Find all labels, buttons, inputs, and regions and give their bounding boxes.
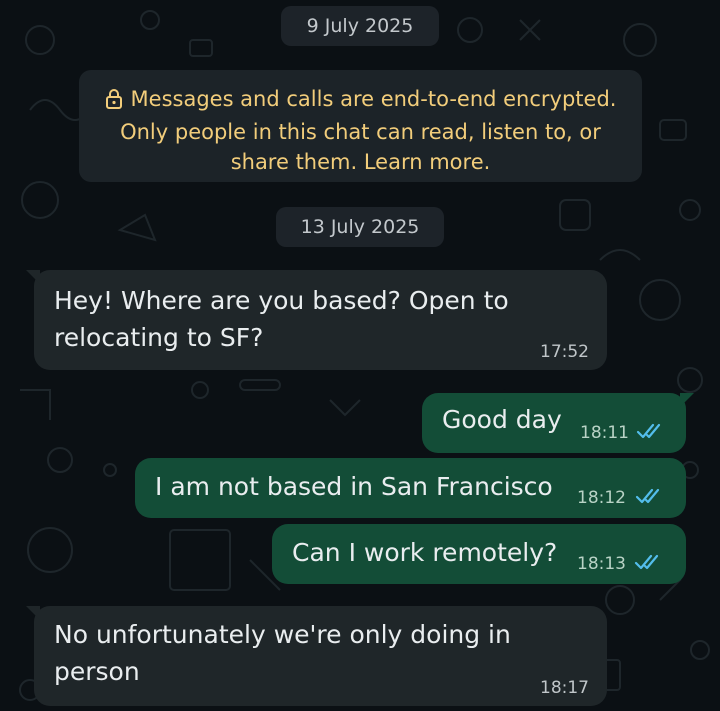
message-timestamp: 18:11: [580, 423, 629, 443]
message-bubble-outgoing[interactable]: Can I work remotely? 18:13: [272, 524, 686, 584]
message-timestamp: 18:12: [577, 488, 626, 508]
message-bubble-incoming[interactable]: Hey! Where are you based? Open to reloca…: [34, 270, 607, 370]
message-bubble-outgoing[interactable]: Good day 18:11: [422, 393, 686, 453]
bubble-tail: [26, 270, 40, 284]
read-receipt-icon: [635, 488, 660, 504]
date-separator: 13 July 2025: [276, 207, 444, 247]
message-timestamp: 18:13: [577, 554, 626, 574]
chat-thread[interactable]: 9 July 2025 Messages and calls are end-t…: [0, 0, 720, 711]
message-text-line: No unfortunately we're only doing in: [54, 620, 511, 649]
encryption-notice-line: Messages and calls are end-to-end encryp…: [130, 87, 617, 111]
date-separator: 9 July 2025: [281, 6, 439, 46]
message-timestamp: 17:52: [540, 342, 589, 362]
message-text: Good day: [442, 405, 562, 434]
message-text: Can I work remotely?: [292, 538, 558, 567]
lock-icon: [105, 87, 123, 117]
bubble-tail: [26, 606, 40, 620]
message-bubble-incoming[interactable]: No unfortunately we're only doing in per…: [34, 606, 607, 706]
message-timestamp: 18:17: [540, 678, 589, 698]
read-receipt-icon: [634, 554, 659, 570]
read-receipt-icon: [636, 423, 661, 439]
encryption-notice-line: share them. Learn more.: [230, 150, 491, 174]
bubble-tail: [680, 393, 694, 407]
message-text-line: person: [54, 657, 140, 686]
message-text: I am not based in San Francisco: [155, 472, 553, 501]
message-text-line: relocating to SF?: [54, 323, 264, 352]
message-bubble-outgoing[interactable]: I am not based in San Francisco 18:12: [135, 458, 686, 518]
encryption-notice[interactable]: Messages and calls are end-to-end encryp…: [79, 70, 642, 182]
encryption-notice-line: Only people in this chat can read, liste…: [120, 120, 601, 144]
message-text-line: Hey! Where are you based? Open to: [54, 286, 509, 315]
